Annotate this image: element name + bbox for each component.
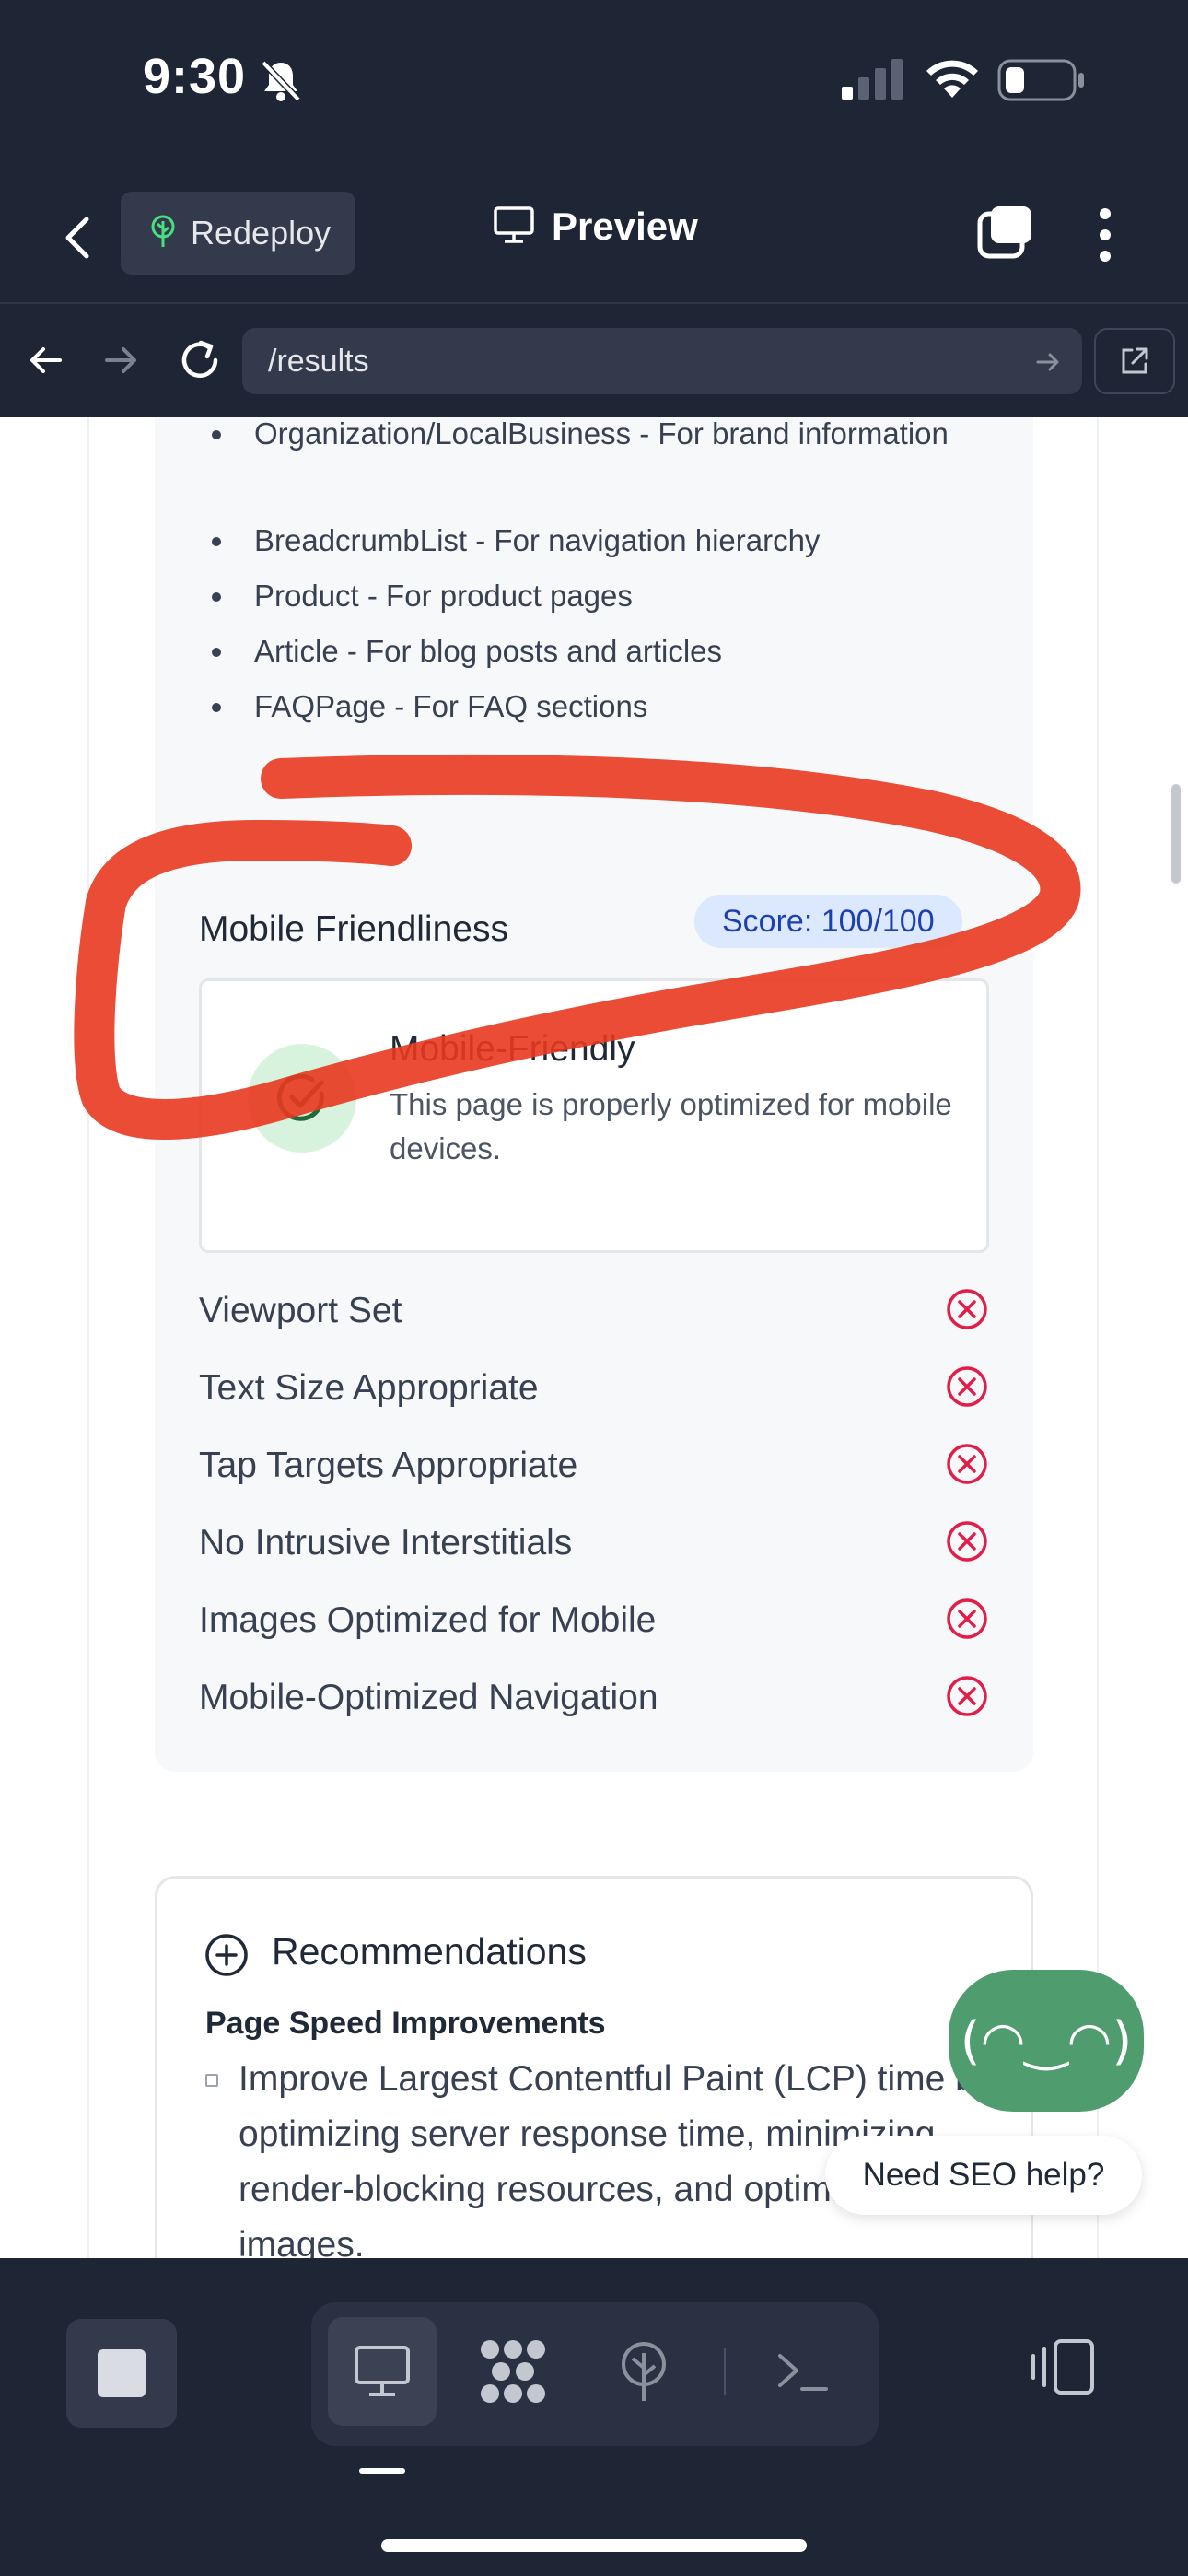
mobile-friendly-status-box: Mobile-Friendly This page is properly op… [199,978,989,1253]
preview-title: Preview [493,205,698,249]
redeploy-label: Redeploy [191,214,332,252]
section-title: Mobile Friendliness [199,909,508,949]
url-field[interactable]: /results [242,328,1082,394]
vertical-ellipsis-icon [1100,208,1111,262]
view-mode-group [311,2302,879,2446]
home-indicator [381,2539,807,2552]
cellular-signal-icon [840,59,904,104]
back-button[interactable] [55,210,101,265]
external-link-icon [1122,347,1148,374]
arrow-right-icon [105,347,136,373]
chat-assistant-button[interactable]: (◠‿◠) [949,1970,1144,2112]
device-frames-icon [1031,2339,1094,2395]
check-row: Viewport Set [199,1283,989,1339]
terminal-mode-button[interactable] [748,2317,856,2426]
wifi-icon [924,55,981,104]
check-circle-icon [248,1044,356,1153]
stop-icon [98,2349,146,2397]
score-badge: Score: 100/100 [694,895,962,948]
status-bar: 9:30 [0,0,1188,166]
check-label: Tap Targets Appropriate [199,1446,578,1485]
check-label: No Intrusive Interstitials [199,1523,573,1563]
scrollbar-thumb[interactable] [1171,784,1181,884]
mobile-friendliness-card: Mobile Friendliness Score: 100/100 Mobil… [155,847,1033,1772]
check-label: Text Size Appropriate [199,1368,539,1408]
check-row: Tap Targets Appropriate [199,1438,989,1493]
x-circle-icon [945,1364,989,1413]
status-time: 9:30 [143,49,247,104]
list-item: Organization/LocalBusiness - For brand i… [212,417,1009,456]
deploy-tree-icon [622,2342,666,2401]
device-toggle-button[interactable] [1030,2337,1098,2401]
x-circle-icon [945,1442,989,1491]
preview-mode-button[interactable] [328,2317,437,2426]
deploy-mode-button[interactable] [589,2317,698,2426]
plus-circle-icon [204,1932,250,1983]
stop-button[interactable] [66,2319,177,2428]
reload-button[interactable] [175,335,225,390]
recommendations-title: Recommendations [272,1930,587,1973]
check-row: Images Optimized for Mobile [199,1593,989,1648]
redeploy-button[interactable]: Redeploy [121,192,355,275]
check-label: Images Optimized for Mobile [199,1600,657,1640]
list-item: FAQPage - For FAQ sections [212,685,1009,729]
browser-forward-button[interactable] [99,338,144,387]
recommendations-subtitle: Page Speed Improvements [205,2006,606,2041]
reload-icon [181,340,218,378]
check-label: Viewport Set [199,1291,402,1330]
preview-label: Preview [552,205,698,248]
check-row: Mobile-Optimized Navigation [199,1670,989,1726]
check-label: Mobile-Optimized Navigation [199,1678,658,1717]
list-item: BreadcrumbList - For navigation hierarch… [212,519,1009,563]
deploy-tree-icon [148,214,178,253]
list-item: Product - For product pages [212,574,1009,618]
nodes-grid-icon [481,2340,545,2403]
check-row: Text Size Appropriate [199,1361,989,1416]
status-description: This page is properly optimized for mobi… [390,1087,952,1165]
tabs-button[interactable] [976,205,1035,263]
more-options-button[interactable] [1087,205,1124,269]
chat-prompt-bubble[interactable]: Need SEO help? [825,2136,1142,2215]
go-arrow-icon[interactable] [1034,348,1062,381]
battery-icon [997,59,1086,106]
terminal-icon [778,2354,828,2391]
x-circle-icon [945,1287,989,1336]
browser-url-row: /results [0,306,1188,416]
app-header: Redeploy Preview [0,166,1188,304]
browser-back-button[interactable] [23,338,67,387]
x-circle-icon [945,1519,989,1568]
arrow-left-icon [30,347,62,373]
workflow-mode-button[interactable] [459,2317,567,2426]
monitor-icon [355,2346,410,2396]
status-title: Mobile-Friendly [390,1029,635,1069]
check-row: No Intrusive Interstitials [199,1516,989,1571]
chevron-left-icon [65,217,89,259]
x-circle-icon [945,1674,989,1723]
bottom-toolbar [0,2258,1188,2576]
active-tab-indicator [359,2468,405,2474]
list-item: Article - For blog posts and articles [212,629,1009,673]
monitor-icon [493,205,535,249]
divider [724,2348,726,2395]
tabs-icon [977,206,1031,259]
x-circle-icon [945,1597,989,1645]
url-text: /results [268,343,369,379]
list-bullet-icon [205,2074,218,2087]
open-external-button[interactable] [1094,328,1175,394]
bell-muted-icon [260,59,302,108]
